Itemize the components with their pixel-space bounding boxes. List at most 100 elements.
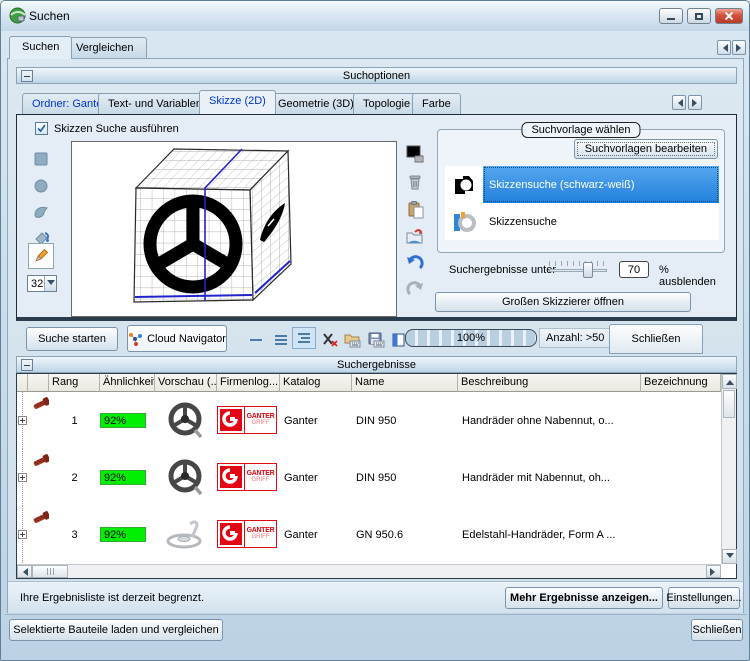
titlebar[interactable]: Suchen (1, 1, 750, 31)
results-table: Rang Ähnlichkeit Vorschau (... Firmenlog… (16, 373, 737, 579)
edit-templates-button[interactable]: Suchvorlagen bearbeiten (574, 139, 718, 159)
scroll-right-button[interactable] (706, 565, 721, 578)
col-icon[interactable] (28, 374, 49, 392)
template-item-color[interactable]: Skizzensuche (445, 203, 719, 240)
color-swatch-button[interactable] (403, 143, 427, 165)
cloud-navigator-button[interactable]: Cloud Navigator (127, 325, 227, 352)
option-tabs-scroll-left[interactable] (672, 95, 686, 110)
delete-sketch-button[interactable] (403, 171, 427, 193)
option-tabs-scroll-right[interactable] (688, 95, 702, 110)
start-search-button[interactable]: Suche starten (26, 327, 118, 351)
open-big-sketcher-button[interactable]: Großen Skizzierer öffnen (435, 292, 691, 312)
threshold-label-before: Suchergebnisse unter (449, 264, 556, 276)
footer-close-button[interactable]: Schließen (691, 619, 743, 641)
scroll-down-button[interactable] (722, 549, 737, 564)
collapse-suchoptionen-button[interactable] (21, 70, 33, 82)
paste-sketch-button[interactable] (403, 199, 427, 221)
load-search-button[interactable] (340, 329, 364, 351)
result-row-3[interactable]: 3 92% GANTERGRIFF Ganter GN 950. (17, 506, 721, 563)
brush-tool-button[interactable] (28, 243, 54, 269)
tab-vergleichen[interactable]: Vergleichen (63, 37, 147, 59)
col-beschreibung[interactable]: Beschreibung (458, 374, 641, 392)
chevron-down-icon (47, 280, 55, 289)
more-results-button[interactable]: Mehr Ergebnisse anzeigen... (505, 587, 663, 609)
search-progressbar: 100% (405, 329, 537, 347)
col-rang[interactable]: Rang (49, 374, 100, 392)
template-color-icon (445, 203, 483, 240)
clear-results-button[interactable] (318, 329, 342, 351)
right-arrow-icon (736, 44, 745, 52)
run-sketch-search-checkbox[interactable] (35, 122, 48, 135)
rect-tool-icon (33, 151, 49, 167)
bezeichnung-cell (641, 449, 721, 506)
col-bezeichnung[interactable]: Bezeichnung (641, 374, 721, 392)
collapse-suchergebnisse-button[interactable] (21, 359, 33, 371)
maximize-button[interactable] (687, 8, 711, 24)
threshold-slider[interactable] (549, 261, 607, 272)
beschreibung-cell: Edelstahl-Handräder, Form A ... (458, 506, 641, 563)
view-list-button[interactable] (269, 329, 293, 351)
sketch-canvas[interactable] (71, 141, 397, 317)
tab-suchen[interactable]: Suchen (9, 36, 72, 59)
template-item-bw[interactable]: Skizzensuche (schwarz-weiß) (445, 166, 719, 203)
screw-icon (30, 452, 49, 469)
dropdown-button[interactable] (44, 276, 56, 291)
tree-cell (17, 392, 28, 449)
checkmark-icon (36, 123, 47, 134)
result-row-1[interactable]: 1 92% GANTERGRIFF (17, 392, 721, 449)
expand-icon[interactable] (18, 416, 27, 425)
logo-cell: GANTERGRIFF (217, 449, 280, 506)
col-vorschau[interactable]: Vorschau (... (155, 374, 217, 392)
save-search-button[interactable] (364, 329, 388, 351)
main-tabs-scroll-left[interactable] (717, 40, 731, 55)
results-hscrollbar[interactable] (17, 564, 721, 578)
expand-icon[interactable] (18, 473, 27, 482)
slider-thumb[interactable] (583, 262, 593, 278)
load-and-compare-button[interactable]: Selektierte Bauteile laden und vergleich… (9, 619, 223, 641)
undo-button[interactable] (403, 252, 427, 274)
open-sketch-button[interactable] (403, 225, 427, 247)
close-options-button[interactable]: Schließen (609, 324, 703, 354)
tab-topologie[interactable]: Topologie (353, 93, 420, 114)
freeform-tool-button[interactable] (29, 201, 53, 223)
main-tabs-scroll-right[interactable] (732, 40, 746, 55)
view-compact-button[interactable] (244, 329, 268, 351)
col-name[interactable]: Name (352, 374, 458, 392)
threshold-value-field[interactable]: 70 (619, 261, 649, 278)
run-sketch-search-label: Skizzen Suche ausführen (54, 123, 179, 135)
triple-lines-indent-icon (296, 330, 312, 346)
tab-text-und-variablen[interactable]: Text- und Variablen (98, 93, 212, 114)
handwheel-preview (164, 400, 208, 442)
ellipse-tool-button[interactable] (29, 175, 53, 197)
tab-geometrie-3d[interactable]: Geometrie (3D) (268, 93, 364, 114)
option-tab-strip: Ordner: Ganter Text- und Variablen Skizz… (22, 93, 732, 114)
result-row-2[interactable]: 2 92% GANTERGRIFF (17, 449, 721, 506)
folder-keyboard-icon (344, 332, 361, 348)
brush-size-dropdown[interactable]: 32 (27, 275, 57, 292)
bezeichnung-cell (641, 392, 721, 449)
vscroll-thumb[interactable] (723, 390, 735, 418)
progress-value: 100% (457, 332, 485, 344)
col-katalog[interactable]: Katalog (280, 374, 352, 392)
col-aehnlichkeit[interactable]: Ähnlichkeit (100, 374, 155, 392)
similarity-cell: 92% (100, 506, 155, 563)
rect-tool-button[interactable] (29, 148, 53, 170)
scroll-up-button[interactable] (722, 374, 737, 389)
expand-icon[interactable] (18, 530, 27, 539)
view-detail-button[interactable] (292, 327, 316, 349)
hscroll-thumb[interactable] (32, 565, 68, 578)
results-vscrollbar[interactable] (721, 374, 736, 564)
close-button[interactable] (715, 8, 743, 24)
trash-icon (407, 174, 423, 191)
tab-farbe[interactable]: Farbe (412, 93, 461, 114)
redo-button[interactable] (403, 278, 427, 300)
scroll-left-button[interactable] (17, 565, 32, 578)
minimize-button[interactable] (659, 8, 683, 24)
settings-button[interactable]: Einstellungen... (668, 587, 740, 609)
minimize-icon (667, 18, 675, 20)
col-tree[interactable] (17, 374, 28, 392)
beschreibung-cell: Handräder mit Nabennut, oh... (458, 449, 641, 506)
ganter-logo: GANTERGRIFF (217, 520, 277, 550)
col-firmenlogo[interactable]: Firmenlog... (217, 374, 280, 392)
tab-skizze-2d[interactable]: Skizze (2D) (199, 90, 276, 114)
